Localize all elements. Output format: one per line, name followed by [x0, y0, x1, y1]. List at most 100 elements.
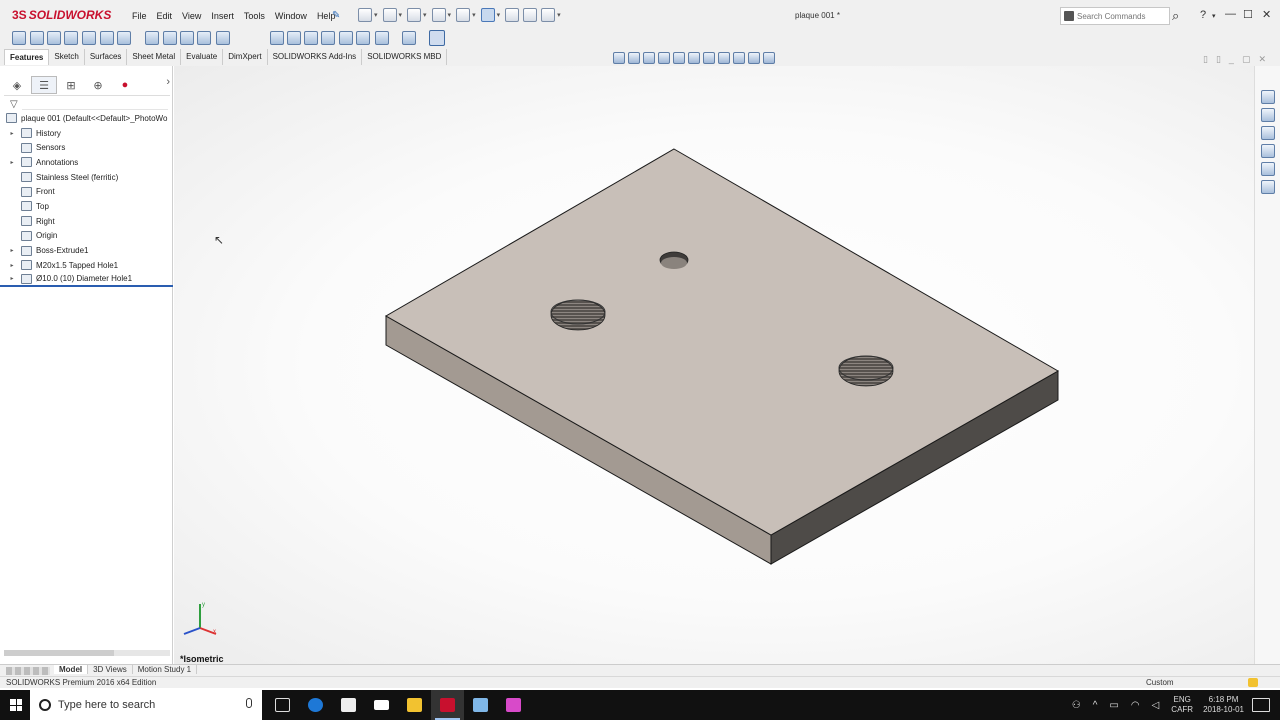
apply-scene-icon[interactable]	[748, 52, 760, 64]
graphics-area[interactable]: ↖ x y *Isometric	[174, 66, 1254, 664]
reference-geometry-icon[interactable]	[216, 31, 230, 45]
volume-icon[interactable]: ◁	[1152, 700, 1160, 711]
previous-view-icon[interactable]	[643, 52, 655, 64]
file-properties-icon[interactable]	[523, 8, 538, 22]
mail-icon[interactable]	[365, 690, 398, 720]
tree-item-origin[interactable]: Origin	[0, 229, 173, 244]
search-commands-input[interactable]	[1077, 10, 1167, 22]
tab-model[interactable]: Model	[54, 665, 89, 674]
draft-icon[interactable]	[287, 31, 301, 45]
maximize-icon[interactable]: ☐	[1243, 8, 1253, 21]
feature-manager-scrollbar[interactable]	[4, 650, 170, 656]
tree-item-diameter-hole[interactable]: ▸ Ø10.0 (10) Diameter Hole1	[0, 273, 173, 288]
tree-item-sensors[interactable]: Sensors	[0, 140, 173, 155]
view-palette-icon[interactable]	[1261, 144, 1275, 158]
tree-item-history[interactable]: ▸ History	[0, 126, 173, 141]
filter-icon[interactable]: ▽	[10, 99, 18, 110]
reference-triad-icon[interactable]: x y	[180, 600, 220, 640]
wrap-icon[interactable]	[197, 31, 211, 45]
tab-3d-views[interactable]: 3D Views	[88, 665, 133, 674]
media-app-taskbar-icon[interactable]	[497, 690, 530, 720]
select-dropdown-icon[interactable]: ▾	[497, 11, 501, 22]
menu-view[interactable]: View	[177, 11, 206, 21]
tile-icon[interactable]: ▯	[1203, 54, 1208, 65]
minimize-icon[interactable]: —	[1225, 8, 1236, 20]
edit-appearance-icon[interactable]	[733, 52, 745, 64]
extruded-cut-icon[interactable]	[64, 31, 78, 45]
extruded-boss-icon[interactable]	[12, 31, 26, 45]
swept-cut-icon[interactable]	[117, 31, 131, 45]
zoom-to-area-icon[interactable]	[628, 52, 640, 64]
tab-motion-study[interactable]: Motion Study 1	[133, 665, 198, 674]
solidworks-taskbar-icon[interactable]	[431, 690, 464, 720]
clock[interactable]: 6:18 PM 2018-10-01	[1203, 695, 1244, 715]
solidworks-resources-icon[interactable]	[1261, 90, 1275, 104]
tapped-hole-left[interactable]	[550, 299, 606, 331]
tab-evaluate[interactable]: Evaluate	[181, 49, 224, 65]
edge-browser-icon[interactable]	[299, 690, 332, 720]
display-manager-tab-icon[interactable]: ●	[112, 76, 138, 94]
help-dropdown-icon[interactable]: ▾	[1212, 12, 1216, 20]
hole-wizard-icon[interactable]	[82, 31, 96, 45]
appearances-icon[interactable]	[1261, 162, 1275, 176]
rib-icon[interactable]	[180, 31, 194, 45]
undo-dropdown-icon[interactable]: ▾	[472, 11, 476, 22]
options-gear-icon[interactable]	[541, 8, 556, 22]
help-icon[interactable]: ?	[1200, 9, 1206, 21]
menu-tools[interactable]: Tools	[239, 11, 270, 21]
part-model[interactable]	[174, 66, 1254, 664]
undo-icon[interactable]	[456, 8, 471, 22]
curves-dropdown-icon[interactable]	[402, 31, 416, 45]
tab-addins[interactable]: SOLIDWORKS Add-Ins	[267, 49, 363, 65]
search-magnifier-icon[interactable]: ⌕	[1172, 8, 1179, 24]
linear-pattern-icon[interactable]	[163, 31, 177, 45]
rebuild-icon[interactable]	[505, 8, 520, 22]
unit-system-selector[interactable]: Custom	[1146, 678, 1174, 687]
tab-dimxpert[interactable]: DimXpert	[223, 49, 268, 65]
task-view-icon[interactable]	[266, 690, 299, 720]
search-commands-box[interactable]	[1060, 7, 1170, 25]
view-orientation-icon[interactable]	[688, 52, 700, 64]
menu-edit[interactable]: Edit	[152, 11, 178, 21]
intersect-icon[interactable]	[321, 31, 335, 45]
tree-item-annotations[interactable]: ▸ Annotations	[0, 155, 173, 170]
custom-properties-icon[interactable]	[1261, 180, 1275, 194]
file-explorer-icon[interactable]	[1261, 126, 1275, 140]
expand-icon[interactable]: ▸	[7, 159, 17, 166]
view-settings-icon[interactable]	[763, 52, 775, 64]
menu-file[interactable]: File	[127, 11, 152, 21]
plate-top-face[interactable]	[384, 148, 1060, 536]
tab-features[interactable]: Features	[4, 49, 50, 65]
property-manager-tab-icon[interactable]: ☰	[31, 76, 57, 94]
tapped-hole-right[interactable]	[838, 355, 894, 387]
design-library-icon[interactable]	[1261, 108, 1275, 122]
save-icon[interactable]	[407, 8, 422, 22]
taskbar-search-box[interactable]: Type here to search	[30, 690, 262, 720]
expand-icon[interactable]: ▸	[7, 262, 17, 269]
select-pointer-icon[interactable]	[480, 8, 495, 22]
tree-item-right-plane[interactable]: Right	[0, 214, 173, 229]
expand-icon[interactable]: ▸	[7, 247, 17, 254]
new-dropdown-icon[interactable]: ▾	[374, 11, 378, 22]
tree-item-material[interactable]: Stainless Steel (ferritic)	[0, 170, 173, 185]
options-dropdown-icon[interactable]: ▾	[557, 11, 561, 22]
open-dropdown-icon[interactable]: ▾	[399, 11, 403, 22]
configuration-manager-tab-icon[interactable]: ⊞	[58, 76, 84, 94]
instant3d-icon[interactable]	[356, 31, 370, 45]
scrollbar-thumb[interactable]	[4, 650, 114, 656]
dynamic-annotation-icon[interactable]	[673, 52, 685, 64]
action-center-icon[interactable]	[1252, 698, 1270, 712]
curves-icon[interactable]	[339, 31, 353, 45]
rebuild-status-icon[interactable]	[1248, 678, 1258, 687]
solidworks-logo[interactable]: 3S SOLIDWORKS	[12, 8, 111, 22]
open-icon[interactable]	[382, 8, 397, 22]
tree-item-boss-extrude[interactable]: ▸ Boss-Extrude1	[0, 243, 173, 258]
expand-icon[interactable]: ▸	[7, 275, 17, 282]
power-icon[interactable]: ▭	[1109, 700, 1118, 711]
print-icon[interactable]	[431, 8, 446, 22]
store-icon[interactable]	[332, 690, 365, 720]
instant3d-toggle-icon[interactable]	[429, 30, 445, 46]
new-document-icon[interactable]	[358, 8, 372, 22]
display-style-icon[interactable]	[703, 52, 715, 64]
pin-menu-icon[interactable]: ✎	[332, 10, 340, 21]
